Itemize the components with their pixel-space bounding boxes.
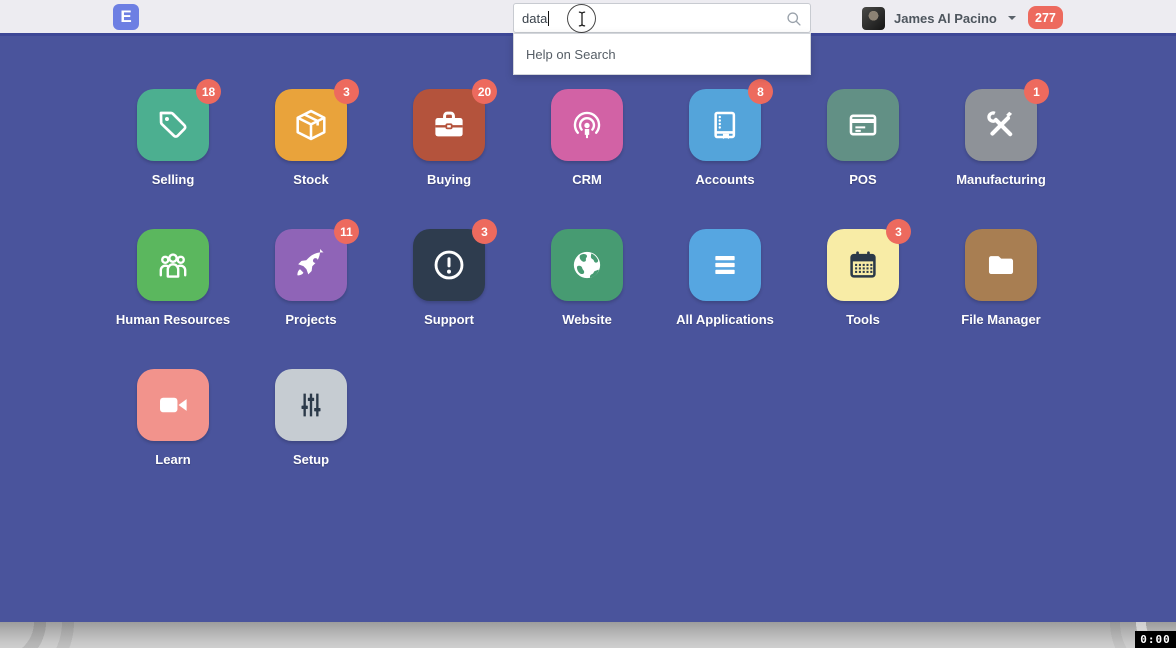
app-cell: POS: [794, 89, 932, 229]
app-cell: Human Resources: [104, 229, 242, 369]
app-logo-letter: E: [120, 7, 131, 27]
desk-screen: E data James Al Pacino 277 Help on Searc…: [0, 0, 1176, 648]
app-cell: Learn: [104, 369, 242, 509]
calendar-icon: [844, 246, 882, 284]
app-label-all-applications: All Applications: [676, 312, 774, 327]
app-cell: Setup: [242, 369, 380, 509]
app-cell: 11 Projects: [242, 229, 380, 369]
app-tile-stock[interactable]: 3: [275, 89, 347, 161]
app-label-buying: Buying: [427, 172, 471, 187]
app-tile-learn[interactable]: [137, 369, 209, 441]
text-caret: [548, 11, 549, 26]
app-tile-accounts[interactable]: 8: [689, 89, 761, 161]
app-label-manufacturing: Manufacturing: [956, 172, 1046, 187]
video-camera-icon: [154, 386, 192, 424]
app-cell: All Applications: [656, 229, 794, 369]
cash-register-icon: [844, 106, 882, 144]
app-tile-buying[interactable]: 20: [413, 89, 485, 161]
app-tile-human-resources[interactable]: [137, 229, 209, 301]
user-menu[interactable]: James Al Pacino: [862, 0, 1016, 36]
app-cell: 20 Buying: [380, 89, 518, 229]
app-label-support: Support: [424, 312, 474, 327]
app-cell: 3 Support: [380, 229, 518, 369]
desk-background: 18 Selling 3 Stock 20 Buying CRM 8 Accou…: [0, 39, 1176, 622]
apps-grid: 18 Selling 3 Stock 20 Buying CRM 8 Accou…: [104, 89, 1070, 509]
app-badge-selling: 18: [196, 79, 221, 104]
app-tile-tools[interactable]: 3: [827, 229, 899, 301]
app-badge-buying: 20: [472, 79, 497, 104]
ledger-icon: [706, 106, 744, 144]
tag-icon: [154, 106, 192, 144]
app-label-selling: Selling: [152, 172, 195, 187]
search-input-value: data: [522, 11, 547, 26]
app-tile-manufacturing[interactable]: 1: [965, 89, 1037, 161]
app-label-stock: Stock: [293, 172, 328, 187]
menu-bars-icon: [706, 246, 744, 284]
app-badge-stock: 3: [334, 79, 359, 104]
search-input[interactable]: data: [513, 3, 811, 33]
window-bottom-edge: [0, 622, 1176, 648]
app-label-learn: Learn: [155, 452, 190, 467]
app-tile-setup[interactable]: [275, 369, 347, 441]
app-cell: 1 Manufacturing: [932, 89, 1070, 229]
app-logo[interactable]: E: [113, 4, 139, 30]
app-badge-accounts: 8: [748, 79, 773, 104]
briefcase-icon: [430, 106, 468, 144]
app-label-website: Website: [562, 312, 612, 327]
app-tile-projects[interactable]: 11: [275, 229, 347, 301]
app-tile-pos[interactable]: [827, 89, 899, 161]
app-label-projects: Projects: [285, 312, 336, 327]
chevron-down-icon: [1008, 16, 1016, 20]
folder-icon: [982, 246, 1020, 284]
app-tile-website[interactable]: [551, 229, 623, 301]
globe-icon: [568, 246, 606, 284]
exclamation-circle-icon: [430, 246, 468, 284]
app-label-accounts: Accounts: [695, 172, 754, 187]
app-badge-support: 3: [472, 219, 497, 244]
user-avatar: [862, 7, 885, 30]
app-badge-projects: 11: [334, 219, 359, 244]
app-cell: 3 Tools: [794, 229, 932, 369]
sliders-icon: [292, 386, 330, 424]
app-tile-crm[interactable]: [551, 89, 623, 161]
app-label-pos: POS: [849, 172, 876, 187]
app-label-tools: Tools: [846, 312, 880, 327]
video-timer-overlay: 0:00: [1135, 631, 1176, 648]
app-tile-selling[interactable]: 18: [137, 89, 209, 161]
app-tile-all-applications[interactable]: [689, 229, 761, 301]
app-cell: 18 Selling: [104, 89, 242, 229]
wrench-screwdriver-icon: [982, 106, 1020, 144]
app-label-setup: Setup: [293, 452, 329, 467]
search-icon[interactable]: [785, 10, 803, 33]
app-tile-support[interactable]: 3: [413, 229, 485, 301]
search-suggestion-help[interactable]: Help on Search: [514, 34, 810, 74]
broadcast-person-icon: [568, 106, 606, 144]
app-cell: 8 Accounts: [656, 89, 794, 229]
app-tile-file-manager[interactable]: [965, 229, 1037, 301]
people-icon: [154, 246, 192, 284]
notification-count-badge[interactable]: 277: [1028, 6, 1063, 29]
app-cell: File Manager: [932, 229, 1070, 369]
user-name: James Al Pacino: [894, 11, 997, 26]
cube-icon: [292, 106, 330, 144]
search-suggestions-dropdown: Help on Search: [513, 33, 811, 75]
app-cell: 3 Stock: [242, 89, 380, 229]
app-cell: Website: [518, 229, 656, 369]
mouse-cursor-ibeam: [567, 4, 596, 33]
app-badge-manufacturing: 1: [1024, 79, 1049, 104]
app-cell: CRM: [518, 89, 656, 229]
app-label-human-resources: Human Resources: [116, 312, 230, 327]
app-badge-tools: 3: [886, 219, 911, 244]
app-label-crm: CRM: [572, 172, 602, 187]
rocket-icon: [292, 246, 330, 284]
app-label-file-manager: File Manager: [961, 312, 1040, 327]
